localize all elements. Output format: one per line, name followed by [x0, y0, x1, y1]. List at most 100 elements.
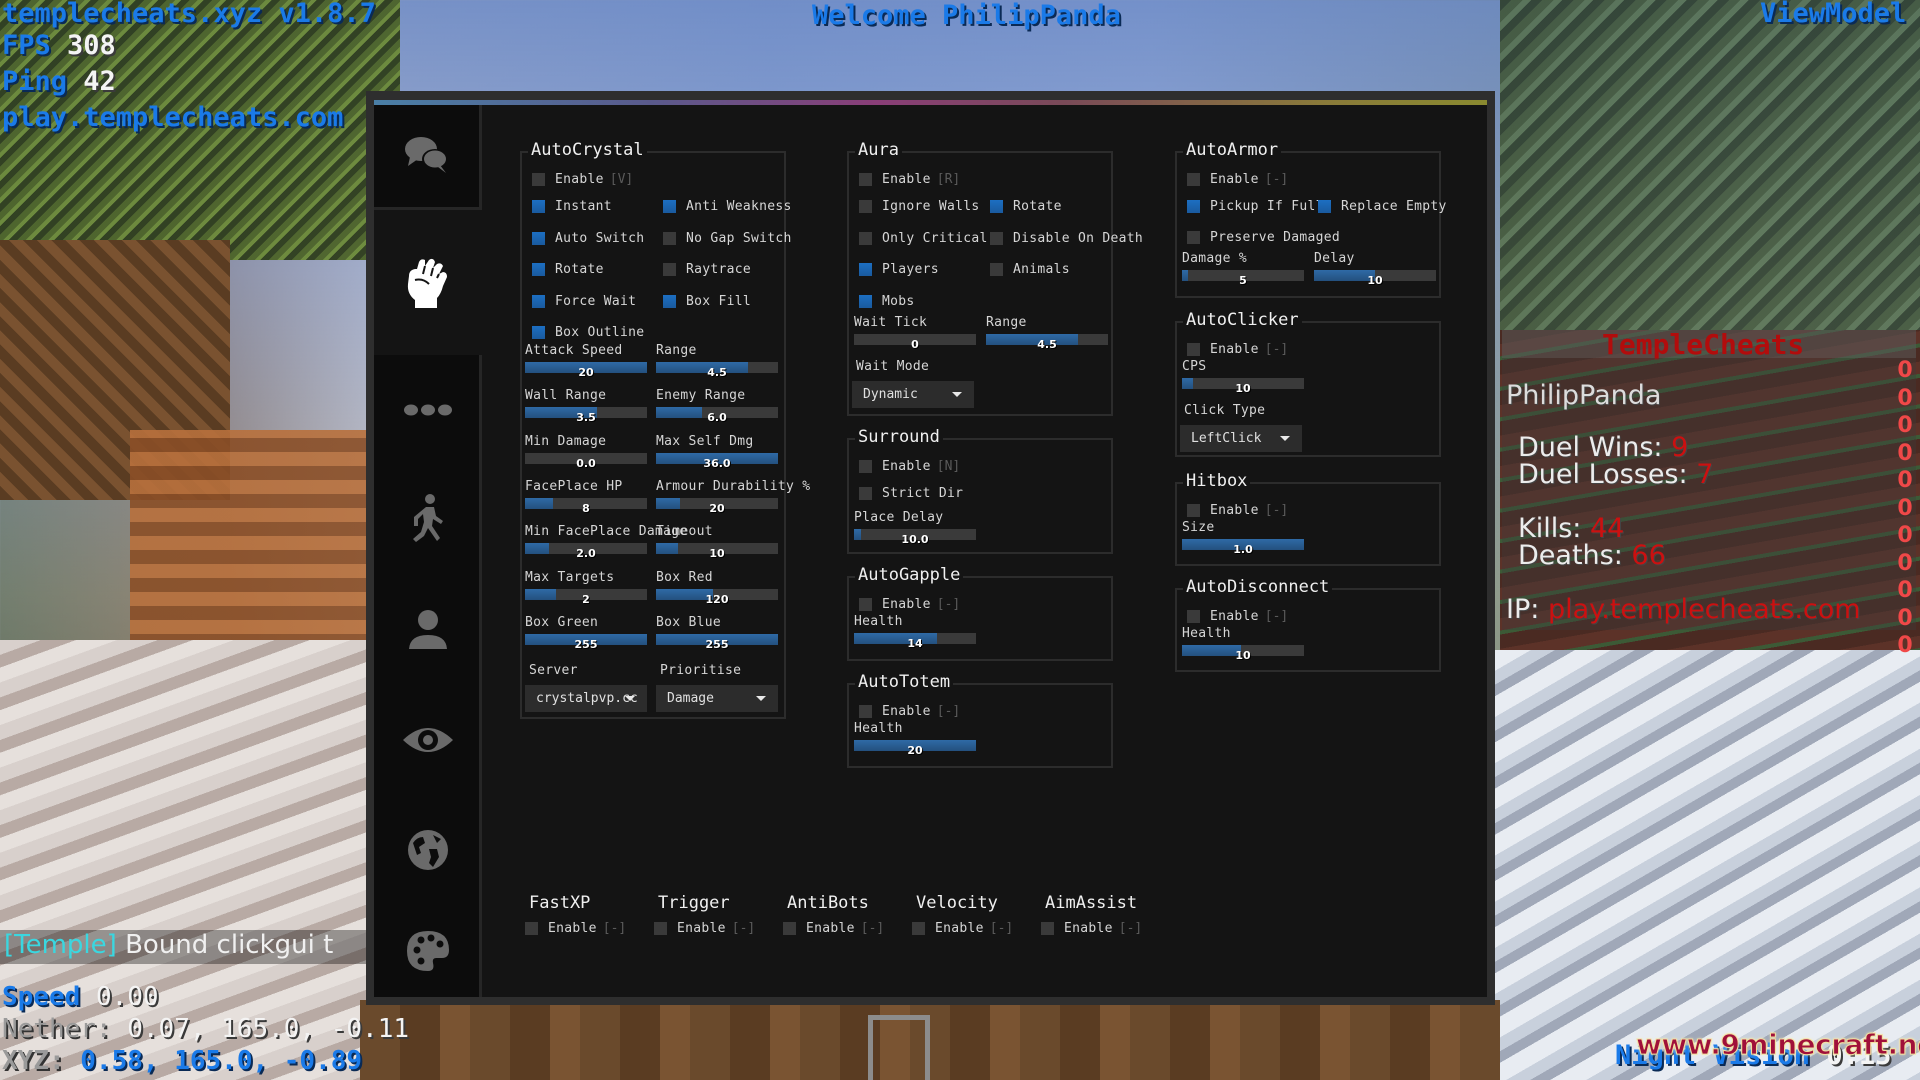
checkbox[interactable]: [1041, 922, 1054, 935]
option-checkbox[interactable]: Strict Dir: [859, 486, 963, 501]
checkbox[interactable]: [859, 598, 872, 611]
checkbox[interactable]: [1187, 173, 1200, 186]
slider[interactable]: 20: [854, 740, 976, 757]
sidebar-tab-render[interactable]: [374, 685, 482, 795]
checkbox[interactable]: [912, 922, 925, 935]
checkbox[interactable]: [1318, 200, 1331, 213]
checkbox[interactable]: [859, 200, 872, 213]
checkbox[interactable]: [859, 460, 872, 473]
checkbox[interactable]: [859, 263, 872, 276]
sidebar-tab-misc[interactable]: [374, 355, 482, 465]
option-checkbox[interactable]: Disable On Death: [990, 231, 1143, 246]
checkbox[interactable]: [532, 173, 545, 186]
sidebar-tab-world[interactable]: [374, 795, 482, 905]
checkbox[interactable]: [859, 705, 872, 718]
sidebar-tab-movement[interactable]: [374, 465, 482, 575]
checkbox[interactable]: [1187, 231, 1200, 244]
option-checkbox[interactable]: Rotate: [532, 262, 604, 277]
checkbox[interactable]: [1187, 343, 1200, 356]
keybind-label[interactable]: [-]: [603, 921, 626, 936]
slider[interactable]: 10: [1314, 270, 1436, 287]
wait-mode-dropdown[interactable]: Dynamic: [852, 381, 974, 408]
sidebar-tab-theme[interactable]: [374, 905, 482, 997]
checkbox[interactable]: [990, 231, 1003, 245]
checkbox[interactable]: [532, 231, 545, 245]
enable-toggle-fastxp[interactable]: Enable [-]: [525, 921, 626, 936]
keybind-label[interactable]: [R]: [937, 172, 960, 187]
checkbox[interactable]: [663, 231, 676, 245]
keybind-label[interactable]: [-]: [1265, 503, 1288, 518]
option-checkbox[interactable]: Instant: [532, 199, 612, 214]
slider[interactable]: 1.0: [1182, 539, 1304, 556]
enable-toggle[interactable]: Enable [R]: [859, 172, 960, 187]
checkbox[interactable]: [532, 200, 545, 213]
checkbox[interactable]: [663, 294, 676, 308]
option-checkbox[interactable]: No Gap Switch: [663, 231, 792, 246]
enable-toggle[interactable]: Enable [N]: [859, 459, 960, 474]
option-checkbox[interactable]: Animals: [990, 262, 1070, 277]
keybind-label[interactable]: [-]: [1265, 609, 1288, 624]
slider[interactable]: 10: [656, 543, 778, 560]
slider[interactable]: 3.5: [525, 407, 647, 424]
option-checkbox[interactable]: Box Fill: [663, 294, 751, 309]
keybind-label[interactable]: [-]: [937, 597, 960, 612]
slider[interactable]: 120: [656, 588, 778, 606]
checkbox[interactable]: [663, 200, 676, 213]
checkbox[interactable]: [990, 200, 1003, 213]
slider[interactable]: 14: [854, 633, 976, 650]
slider[interactable]: 20: [656, 497, 778, 515]
enable-toggle[interactable]: Enable [-]: [859, 597, 960, 612]
option-checkbox[interactable]: Box Outline: [532, 325, 644, 340]
keybind-label[interactable]: [-]: [1119, 921, 1142, 936]
slider[interactable]: 0: [854, 334, 976, 351]
slider[interactable]: 4.5: [986, 334, 1108, 351]
slider[interactable]: 10: [1182, 378, 1304, 395]
slider[interactable]: 36.0: [656, 452, 778, 470]
enable-toggle-trigger[interactable]: Enable [-]: [654, 921, 755, 936]
enable-toggle-aimassist[interactable]: Enable [-]: [1041, 921, 1142, 936]
keybind-label[interactable]: [-]: [861, 921, 884, 936]
option-checkbox[interactable]: Force Wait: [532, 294, 636, 309]
keybind-label[interactable]: [-]: [937, 704, 960, 719]
checkbox[interactable]: [859, 294, 872, 308]
enable-toggle[interactable]: Enable [-]: [859, 704, 960, 719]
enable-toggle-antibots[interactable]: Enable [-]: [783, 921, 884, 936]
enable-toggle[interactable]: Enable [-]: [1187, 503, 1288, 518]
enable-toggle[interactable]: Enable [-]: [1187, 172, 1288, 187]
checkbox[interactable]: [990, 263, 1003, 276]
option-checkbox[interactable]: Preserve Damaged: [1187, 230, 1340, 245]
option-checkbox[interactable]: Auto Switch: [532, 231, 644, 246]
sidebar-tab-combat[interactable]: [374, 210, 482, 355]
checkbox[interactable]: [783, 922, 796, 935]
keybind-label[interactable]: [-]: [732, 921, 755, 936]
checkbox[interactable]: [1187, 200, 1200, 213]
keybind-label[interactable]: [N]: [937, 459, 960, 474]
option-checkbox[interactable]: Ignore Walls: [859, 199, 980, 214]
slider[interactable]: 6.0: [656, 407, 778, 424]
keybind-label[interactable]: [-]: [1265, 342, 1288, 357]
option-checkbox[interactable]: Replace Empty: [1318, 199, 1447, 214]
option-checkbox[interactable]: Raytrace: [663, 262, 751, 277]
slider[interactable]: 2: [525, 588, 647, 606]
option-checkbox[interactable]: Pickup If Full: [1187, 199, 1324, 214]
checkbox[interactable]: [532, 326, 545, 339]
option-checkbox[interactable]: Players: [859, 262, 939, 277]
slider[interactable]: 5: [1182, 270, 1304, 287]
slider[interactable]: 2.0: [525, 543, 647, 560]
slider[interactable]: 8: [525, 497, 647, 515]
click-type-dropdown[interactable]: LeftClick: [1180, 425, 1302, 452]
checkbox[interactable]: [1187, 610, 1200, 623]
checkbox[interactable]: [859, 173, 872, 186]
checkbox[interactable]: [1187, 504, 1200, 517]
checkbox[interactable]: [663, 263, 676, 276]
option-checkbox[interactable]: Anti Weakness: [663, 199, 792, 214]
keybind-label[interactable]: [V]: [610, 172, 633, 187]
sidebar-tab-chat[interactable]: [374, 105, 482, 210]
slider[interactable]: 4.5: [656, 362, 778, 379]
enable-toggle[interactable]: Enable [-]: [1187, 609, 1288, 624]
option-checkbox[interactable]: Rotate: [990, 199, 1062, 214]
slider[interactable]: 10.0: [854, 529, 976, 546]
checkbox[interactable]: [654, 922, 667, 935]
keybind-label[interactable]: [-]: [1265, 172, 1288, 187]
checkbox[interactable]: [859, 487, 872, 500]
